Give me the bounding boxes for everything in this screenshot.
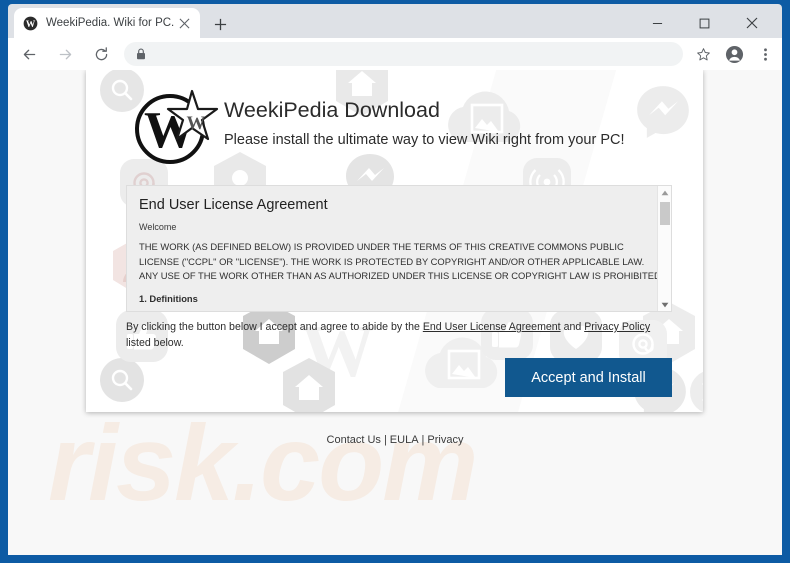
eula-paragraph-line: THE WORK (AS DEFINED BELOW) IS PROVIDED … [139,241,624,252]
browser-toolbar [8,38,782,70]
privacy-policy-link[interactable]: Privacy Policy [584,321,650,333]
consent-paragraph: By clicking the button below I accept an… [126,319,671,351]
accept-and-install-button[interactable]: Accept and Install [505,358,672,397]
minimize-button[interactable] [635,8,680,38]
svg-text:W: W [25,19,35,29]
reload-icon[interactable] [86,40,116,68]
scroll-down-arrow-icon[interactable] [658,298,671,311]
site-watermark: risk.com [48,402,478,523]
wordpress-star-logo-icon: W W [132,87,220,167]
eula-paragraph-line: LICENSE ("CCPL" OR "LICENSE"). THE WORK … [139,255,645,267]
footer-separator: | [383,434,387,446]
forward-arrow-icon [50,40,80,68]
eula-welcome-text: Welcome [139,222,177,232]
account-avatar-icon[interactable] [720,40,748,68]
consent-text-middle: and [560,321,585,333]
footer-privacy-link[interactable]: Privacy [427,434,463,446]
tab-strip: W WeekiPedia. Wiki for PC. [8,4,782,38]
footer-links: Contact Us | EULA | Privacy [8,434,782,446]
eula-panel: End User License Agreement Welcome THE W… [126,185,672,312]
address-bar[interactable] [124,42,683,66]
eula-text-area[interactable]: End User License Agreement Welcome THE W… [127,186,657,311]
lock-icon [134,47,148,61]
close-icon[interactable] [176,15,192,31]
contact-us-link[interactable]: Contact Us [327,434,381,446]
footer-eula-link[interactable]: EULA [390,434,419,446]
eula-heading: End User License Agreement [139,197,328,213]
page-title: WeekiPedia Download [224,98,440,122]
promo-card-content: W W WeekiPedia Download Please install t… [86,70,703,412]
promo-card: W W W WeekiPedia Download Please install… [86,70,703,412]
maximize-button[interactable] [682,8,727,38]
star-icon[interactable] [689,40,717,68]
eula-definitions-heading: 1. Definitions [139,292,198,304]
svg-text:W: W [187,113,206,134]
tab-title: WeekiPedia. Wiki for PC. [46,17,175,29]
eula-link[interactable]: End User License Agreement [423,321,561,333]
consent-text-after: listed below. [126,337,184,349]
back-arrow-icon[interactable] [14,40,44,68]
page-viewport: risk.com W W W WeekiPedia Download Pleas… [8,70,782,555]
page-subtitle: Please install the ultimate way to view … [224,132,625,148]
scrollbar-thumb[interactable] [660,202,670,225]
footer-separator: | [421,434,425,446]
wordpress-w-icon: W [22,15,38,31]
browser-tab[interactable]: W WeekiPedia. Wiki for PC. [14,8,200,38]
scroll-up-arrow-icon[interactable] [658,186,671,199]
three-dot-menu-icon[interactable] [751,40,779,68]
new-tab-button[interactable] [208,12,232,36]
eula-paragraph-line: ANY USE OF THE WORK OTHER THAN AS AUTHOR… [139,270,657,282]
window-close-button[interactable] [729,8,774,38]
browser-window: W WeekiPedia. Wiki for PC. risk.com W W … [0,0,790,563]
consent-text-before: By clicking the button below I accept an… [126,321,423,333]
eula-scrollbar[interactable] [657,186,671,311]
